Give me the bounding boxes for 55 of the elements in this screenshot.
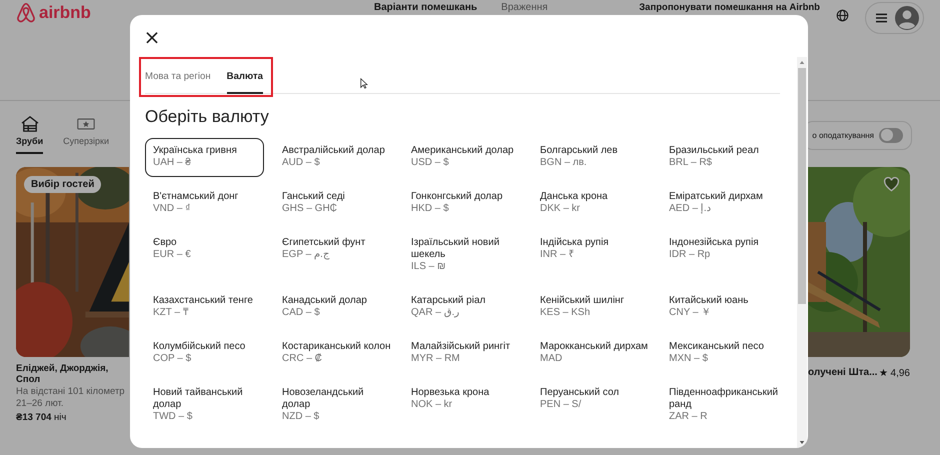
- menu-icon: [876, 13, 887, 23]
- listing-distance: На відстані 101 кілометр: [16, 386, 126, 397]
- currency-option[interactable]: Данська крона DKK – kr: [532, 184, 659, 223]
- currency-option[interactable]: Перуанський сол PEN – S/: [532, 380, 659, 419]
- profile-menu-button[interactable]: [865, 2, 924, 34]
- close-button[interactable]: ×: [142, 27, 162, 47]
- currency-option[interactable]: Євро EUR – €: [145, 230, 272, 269]
- listing-title[interactable]: Еліджей, Джорджія, Спол: [16, 363, 129, 385]
- listing-rating: ★ 4,96: [878, 367, 910, 379]
- host-link[interactable]: Запропонувати помешкання на Airbnb: [639, 2, 820, 13]
- category-tab[interactable]: Суперзірки: [63, 116, 110, 154]
- currency-option[interactable]: Казахстанський тенге KZT – ₸: [145, 288, 272, 327]
- guest-favorite-badge: Вибір гостей: [24, 176, 102, 193]
- scroll-up-icon[interactable]: [799, 60, 805, 65]
- currency-option[interactable]: Українська гривня UAH – ₴: [145, 138, 264, 177]
- currency-option[interactable]: Костариканський колон CRC – ₡: [274, 334, 401, 373]
- currency-option[interactable]: Канадський долар CAD – $: [274, 288, 401, 327]
- currency-option[interactable]: Гонконгський долар HKD – $: [403, 184, 530, 223]
- currency-option[interactable]: Індонезійська рупія IDR – Rp: [661, 230, 788, 269]
- currency-option[interactable]: Новий тайванський долар TWD – $: [145, 380, 272, 431]
- category-tab[interactable]: Зруби: [16, 116, 44, 154]
- currency-option[interactable]: Кенійський шилінг KES – KSh: [532, 288, 659, 327]
- currency-option[interactable]: Мексиканський песо MXN – $: [661, 334, 788, 373]
- avatar-icon: [895, 6, 919, 30]
- cursor-icon: [360, 78, 368, 89]
- currency-option[interactable]: Болгарський лев BGN – лв.: [532, 138, 659, 177]
- logo-icon[interactable]: [16, 2, 36, 24]
- currency-option[interactable]: Південноафриканський ранд ZAR – R: [661, 380, 788, 431]
- listing-price: ₴13 704 ніч: [16, 412, 68, 423]
- currency-option[interactable]: Норвезька крона NOK – kr: [403, 380, 530, 419]
- toggle-switch[interactable]: [879, 128, 903, 142]
- currency-option[interactable]: В'єтнамський донг VND – ₫: [145, 184, 272, 223]
- currency-option[interactable]: Китайський юань CNY – ￥: [661, 288, 788, 327]
- listing-title[interactable]: олучені Шта...: [808, 367, 878, 379]
- dialog-heading: Оберіть валюту: [145, 107, 270, 127]
- dialog-tab[interactable]: Валюта: [226, 67, 264, 94]
- nav-link[interactable]: Враження: [501, 2, 548, 13]
- globe-icon[interactable]: [836, 9, 849, 22]
- currency-option[interactable]: Індійська рупія INR – ₹: [532, 230, 659, 269]
- currency-option[interactable]: Американський долар USD – $: [403, 138, 530, 177]
- currency-option[interactable]: Новозеландський долар NZD – $: [274, 380, 401, 431]
- scrollbar[interactable]: [797, 57, 807, 448]
- tax-toggle-label: о оподаткування: [812, 130, 874, 140]
- dialog-tab[interactable]: Мова та регіон: [145, 67, 211, 94]
- currency-option[interactable]: Марокканський дирхам MAD: [532, 334, 659, 373]
- listing-dates: 21–26 лют.: [16, 398, 64, 409]
- currency-option[interactable]: Ізраїльський новий шекель ILS – ₪: [403, 230, 530, 281]
- currency-option[interactable]: Австралійський долар AUD – $: [274, 138, 401, 177]
- cabin-icon: [20, 116, 39, 132]
- nav-link[interactable]: Варіанти помешкань: [374, 2, 478, 13]
- currency-option[interactable]: Ганський седі GHS – GH₵: [274, 184, 401, 223]
- currency-option[interactable]: Бразильський реал BRL – R$: [661, 138, 788, 177]
- currency-option[interactable]: Малайзійський рингіт MYR – RM: [403, 334, 530, 373]
- currency-option[interactable]: Колумбійський песо COP – $: [145, 334, 272, 373]
- scroll-down-icon[interactable]: [799, 440, 805, 445]
